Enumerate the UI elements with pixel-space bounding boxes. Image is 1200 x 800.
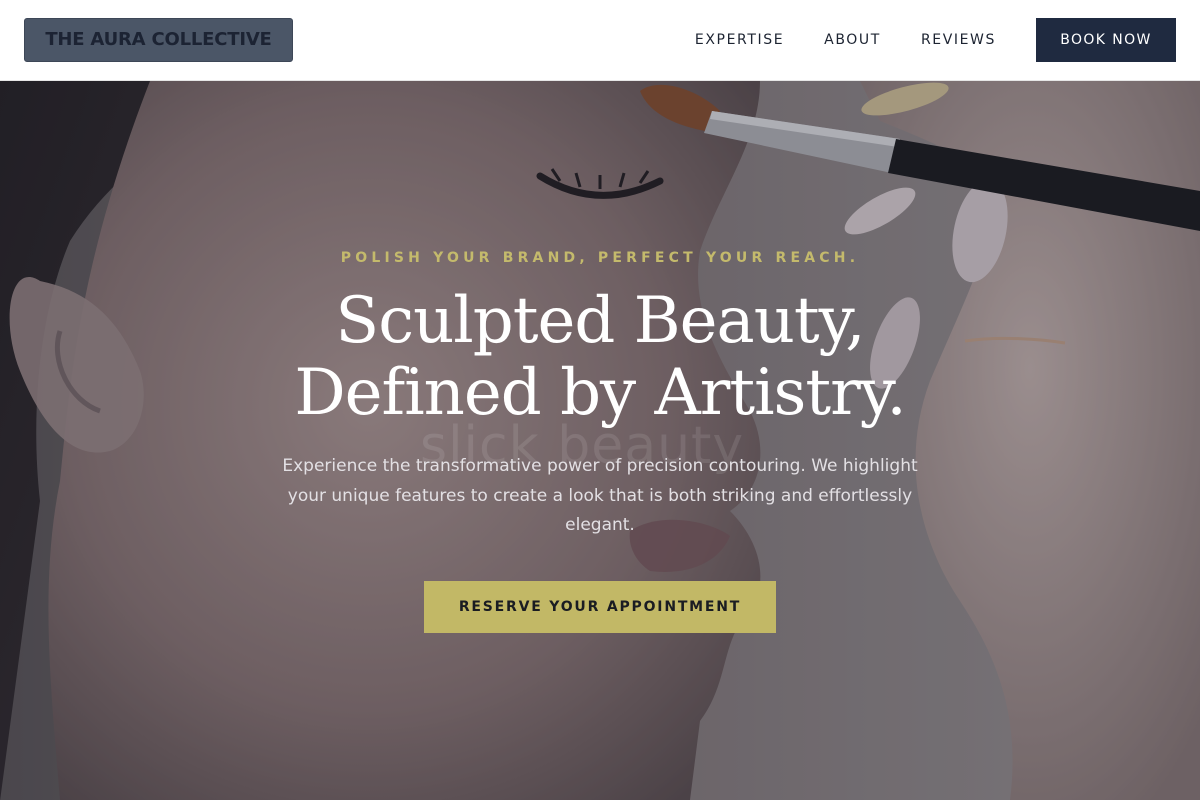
reserve-appointment-button[interactable]: RESERVE YOUR APPOINTMENT [424, 581, 776, 633]
book-now-button[interactable]: BOOK NOW [1036, 18, 1176, 62]
hero-headline: Sculpted Beauty, Defined by Artistry. [150, 285, 1050, 429]
hero-eyebrow: POLISH YOUR BRAND, PERFECT YOUR REACH. [340, 250, 860, 266]
nav-link-reviews[interactable]: REVIEWS [921, 32, 996, 48]
site-header: THE AURA COLLECTIVE EXPERTISE ABOUT REVI… [0, 0, 1200, 81]
nav-link-about[interactable]: ABOUT [824, 32, 881, 48]
hero-headline-line1: Sculpted Beauty, [335, 284, 865, 358]
hero-description: Experience the transformative power of p… [282, 456, 918, 535]
brand-logo[interactable]: THE AURA COLLECTIVE [24, 18, 293, 62]
main-nav: EXPERTISE ABOUT REVIEWS [695, 0, 996, 80]
nav-link-expertise[interactable]: EXPERTISE [695, 32, 784, 48]
hero-headline-line2: Defined by Artistry. [294, 356, 906, 430]
hero-section: slick beauty POLISH YOUR BRAND, PERFECT … [0, 81, 1200, 800]
